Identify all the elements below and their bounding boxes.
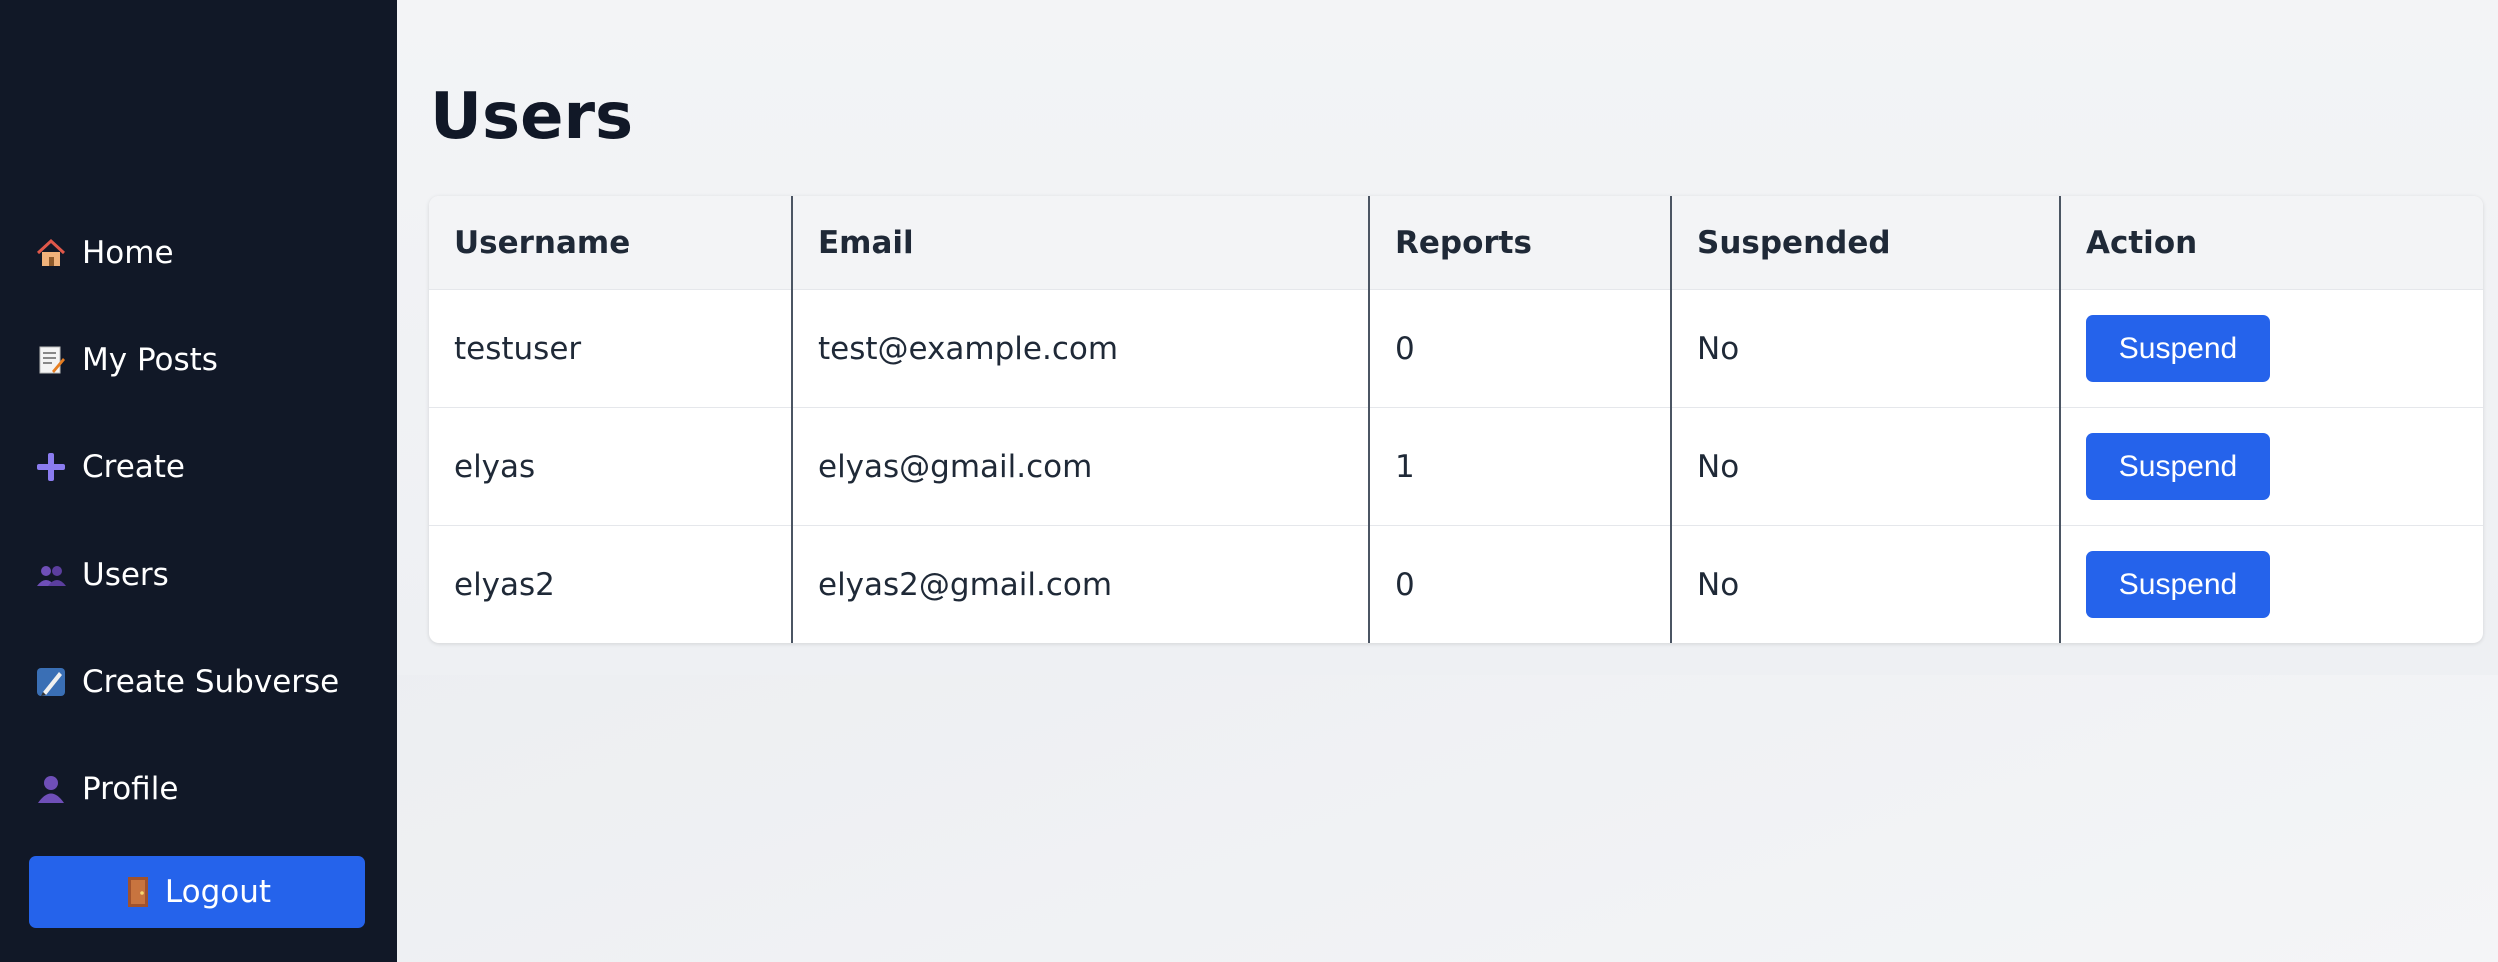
sidebar-item-create-subverse[interactable]: Create Subverse [34,657,339,707]
sidebar-item-label: Users [82,557,169,593]
pen-icon [34,665,68,699]
users-table: Username Email Reports Suspended Action … [429,196,2483,643]
cell-suspended: No [1671,407,2061,526]
table-header-row: Username Email Reports Suspended Action [429,196,2483,290]
header-reports: Reports [1369,196,1672,290]
logout-button[interactable]: Logout [29,856,365,928]
sidebar: Home My Posts Create Users Create Subver… [0,0,397,962]
cell-email: elyas@gmail.com [792,407,1370,526]
suspend-button[interactable]: Suspend [2086,551,2270,618]
header-action: Action [2060,196,2483,290]
header-email: Email [792,196,1370,290]
table-row: testuser test@example.com 0 No Suspend [429,289,2483,408]
table-row: elyas elyas@gmail.com 1 No Suspend [429,407,2483,526]
memo-icon [34,343,68,377]
cell-username: elyas [429,407,793,526]
sidebar-item-label: Profile [82,771,179,807]
logout-label: Logout [164,874,272,910]
door-icon [123,875,153,909]
cell-email: test@example.com [792,289,1370,408]
page-title: Users [430,80,634,154]
sidebar-item-my-posts[interactable]: My Posts [34,335,218,385]
header-username: Username [429,196,793,290]
cell-suspended: No [1671,525,2061,643]
sidebar-item-label: Home [82,235,174,271]
cell-username: elyas2 [429,525,793,643]
sidebar-item-create[interactable]: Create [34,442,185,492]
table-row: elyas2 elyas2@gmail.com 0 No Suspend [429,525,2483,644]
header-suspended: Suspended [1671,196,2061,290]
cell-suspended: No [1671,289,2061,408]
person-icon [34,772,68,806]
suspend-button[interactable]: Suspend [2086,433,2270,500]
users-icon [34,558,68,592]
cell-reports: 0 [1369,289,1672,408]
sidebar-item-home[interactable]: Home [34,228,174,278]
sidebar-item-label: Create Subverse [82,664,340,700]
cell-username: testuser [429,289,793,408]
cell-reports: 1 [1369,407,1672,526]
cell-reports: 0 [1369,525,1672,643]
cell-action: Suspend [2060,407,2483,526]
sidebar-item-users[interactable]: Users [34,550,169,600]
plus-icon [34,450,68,484]
house-icon [34,236,68,270]
sidebar-item-label: Create [82,449,186,485]
sidebar-item-label: My Posts [82,342,218,378]
cell-action: Suspend [2060,289,2483,408]
cell-action: Suspend [2060,526,2483,644]
sidebar-item-profile[interactable]: Profile [34,764,178,814]
suspend-button[interactable]: Suspend [2086,315,2270,382]
cell-email: elyas2@gmail.com [792,525,1370,643]
